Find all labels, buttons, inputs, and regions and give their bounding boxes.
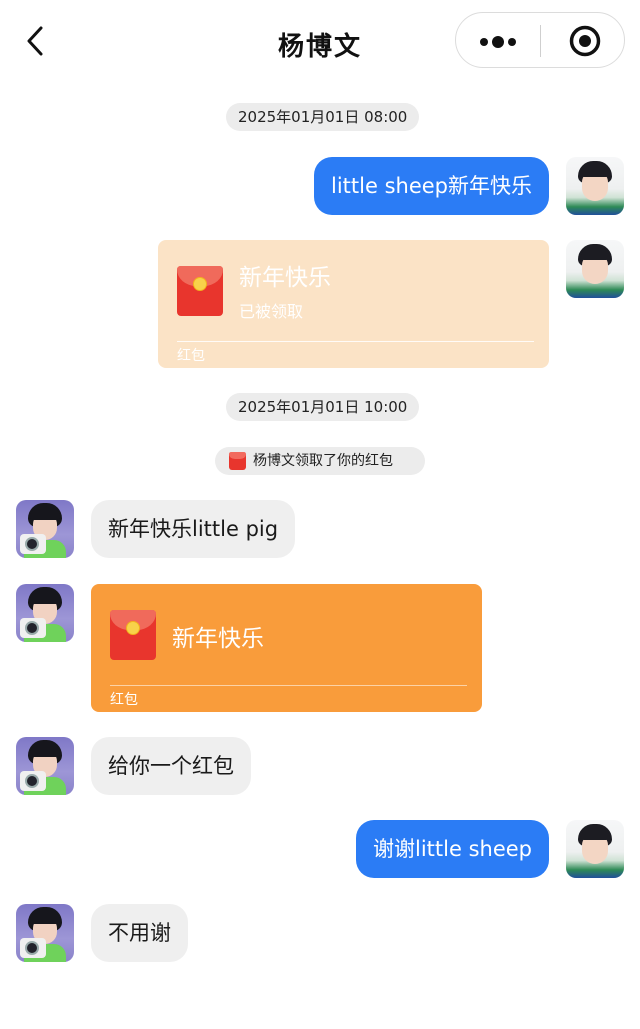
timestamp: 2025年01月01日 08:00 [226, 103, 420, 131]
avatar-contact[interactable] [16, 904, 74, 962]
more-dot-right [508, 38, 516, 46]
message-bubble-outgoing[interactable]: 谢谢little sheep [356, 820, 549, 878]
avatar-lens [25, 621, 39, 635]
nav-bar: 杨博文 [0, 0, 640, 84]
avatar-bang [581, 830, 609, 840]
message-bubble-outgoing[interactable]: little sheep新年快乐 [314, 157, 549, 215]
avatar-bang [581, 167, 609, 177]
red-packet-claimed[interactable]: 新年快乐 已被领取 红包 [158, 240, 549, 368]
red-packet-divider [177, 341, 534, 342]
red-packet-title: 新年快乐 [172, 626, 264, 652]
avatar-bang [30, 593, 60, 604]
avatar-bang [581, 250, 609, 260]
avatar-bang [30, 509, 60, 520]
avatar-lens [25, 537, 39, 551]
message-bubble-incoming[interactable]: 不用谢 [91, 904, 188, 962]
close-program-button[interactable] [568, 24, 602, 58]
red-packet-footer: 红包 [177, 348, 205, 364]
red-packet-status: 已被领取 [239, 302, 304, 321]
red-envelope-icon [110, 610, 156, 660]
red-envelope-icon [229, 452, 246, 470]
timestamp: 2025年01月01日 10:00 [226, 393, 420, 421]
avatar-self[interactable] [566, 157, 624, 215]
coin-icon [193, 277, 207, 291]
avatar-contact[interactable] [16, 584, 74, 642]
avatar-self[interactable] [566, 240, 624, 298]
message-bubble-incoming[interactable]: 新年快乐little pig [91, 500, 296, 558]
avatar-bang [30, 913, 60, 924]
more-dots-icon [480, 38, 488, 46]
avatar-lens [25, 941, 39, 955]
avatar-contact[interactable] [16, 500, 74, 558]
avatar-contact[interactable] [16, 737, 74, 795]
coin-icon [126, 621, 140, 635]
more-button[interactable] [456, 13, 540, 69]
red-packet-claimed-notice: 杨博文领取了你的红包 [215, 447, 425, 475]
capsule-divider [540, 25, 541, 57]
red-packet-divider [110, 685, 467, 686]
red-packet-footer: 红包 [110, 692, 138, 708]
mini-program-capsule [455, 12, 625, 68]
notice-text: 杨博文领取了你的红包 [253, 453, 393, 469]
target-circle-icon [569, 25, 601, 57]
red-packet-title: 新年快乐 [239, 265, 331, 291]
message-bubble-incoming[interactable]: 给你一个红包 [91, 737, 251, 795]
more-dot-center [492, 36, 504, 48]
red-packet-unopened[interactable]: 新年快乐 红包 [91, 584, 482, 712]
avatar-self[interactable] [566, 820, 624, 878]
avatar-bang [30, 746, 60, 757]
red-envelope-icon [177, 266, 223, 316]
avatar-lens [25, 774, 39, 788]
